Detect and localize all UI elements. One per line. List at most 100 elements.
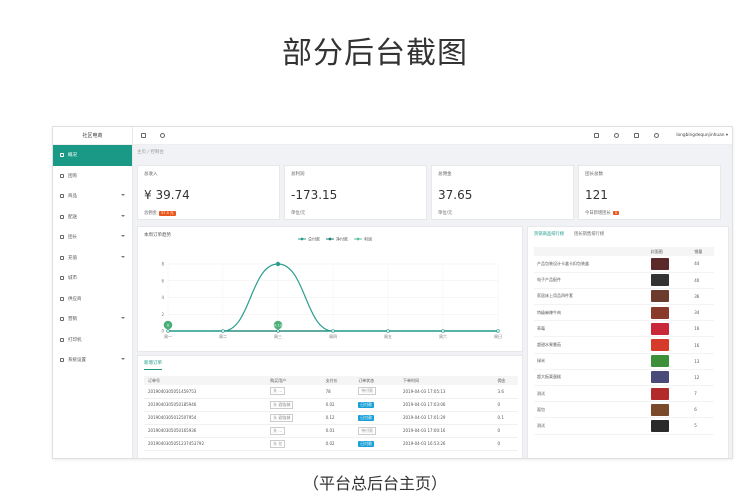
buyer-cell: 头 ...	[266, 424, 322, 438]
table-row[interactable]: 草莓 16	[534, 320, 714, 338]
cover-cell	[647, 401, 692, 419]
buyer-name: 头 亿	[270, 439, 286, 448]
product-sales: 34	[691, 304, 714, 322]
table-row[interactable]: 2019040305050165936 头 ... 0.01 待付款 2019-04-0…	[144, 424, 518, 438]
column-header: 购买用户	[266, 376, 322, 385]
buyer-cell: 头 亿	[266, 437, 322, 451]
legend-marker	[300, 237, 304, 241]
recharge-icon	[60, 255, 64, 260]
cover-cell	[647, 369, 692, 387]
status-badge: 待付款	[358, 426, 377, 435]
sidebar-item[interactable]: 团长	[53, 227, 132, 248]
sidebar-item[interactable]: 配送	[53, 207, 132, 228]
product-sales: 16	[691, 320, 714, 338]
column-header: 封面图	[647, 247, 692, 256]
table-row[interactable]: 测试 7	[534, 385, 714, 403]
stat-card-leaders: 团长总数 121 今日新增团长 0	[578, 165, 721, 220]
table-row[interactable]: 2019040305050185946 头 君临城 0.02 已付款 2019-04-0…	[144, 398, 518, 412]
status-badge: 已付款	[358, 414, 375, 421]
table-row[interactable]: 测试 5	[534, 417, 714, 435]
table-row[interactable]: 超大板栗蛋糕 12	[534, 369, 714, 387]
group-icon	[60, 173, 64, 178]
table-row[interactable]: 特级麻辣牛肉 34	[534, 304, 714, 322]
product-sales: 44	[691, 256, 714, 273]
order-price: 0.12	[321, 411, 355, 425]
sidebar-item[interactable]: 团购	[53, 166, 132, 187]
sidebar-item-label: 配送	[68, 214, 77, 220]
table-row[interactable]: 产品包装设计卡盒卡扣包装盒 44	[534, 256, 714, 273]
ranking-header-row: 封面图 销量	[534, 247, 714, 256]
column-header: 销量	[691, 247, 714, 256]
order-time: 2019-04-03 16:53:26	[398, 437, 494, 451]
data-point[interactable]	[221, 329, 225, 333]
legend-marker	[328, 237, 332, 241]
sidebar-item[interactable]: 概况	[53, 145, 132, 166]
sidebar: 社区电商 概况 团购 商品 配送 团长 充值 城市 供应商 营销 打印机 系统设置	[53, 127, 133, 458]
breadcrumb: 主页 / 控制台	[137, 150, 164, 155]
product-thumbnail	[650, 274, 669, 287]
table-row[interactable]: 2019040305012507954 头 君临城 0.12 已付款 2019-04-0…	[144, 411, 518, 425]
sidebar-item[interactable]: 供应商	[53, 289, 132, 310]
status-badge: 待付款	[358, 387, 377, 396]
notification-icon[interactable]	[614, 133, 619, 138]
sidebar-item-label: 充值	[68, 255, 77, 261]
ranking-panel: 热销商品排行榜 团长销售排行榜 封面图 销量 产品包装设计卡盒卡扣包装盒 44 电子产…	[527, 226, 729, 458]
tab-leader-sales[interactable]: 团长销售排行榜	[574, 231, 604, 237]
sidebar-item[interactable]: 城市	[53, 268, 132, 289]
x-tick-label: 周六	[439, 333, 447, 339]
ranking-table: 封面图 销量 产品包装设计卡盒卡扣包装盒 44 电子产品配件 40 家居床上用品四件套 36…	[534, 247, 714, 435]
data-point[interactable]	[276, 329, 280, 333]
table-row[interactable]: 2019040305051459753 头 ... 78 待付款 2019-04-03 …	[144, 385, 518, 399]
sidebar-item[interactable]: 系统设置	[53, 350, 132, 371]
sidebar-item[interactable]: 打印机	[53, 330, 132, 351]
tab-hot-products[interactable]: 热销商品排行榜	[534, 231, 564, 237]
data-point[interactable]	[441, 329, 445, 333]
table-row[interactable]: 绿米 13	[534, 353, 714, 370]
column-header: 订单号	[144, 376, 267, 385]
menu-icon[interactable]	[141, 133, 146, 138]
fullscreen-icon[interactable]	[634, 133, 639, 138]
x-tick-label: 周日	[494, 333, 502, 339]
stat-value: 37.65	[438, 188, 473, 202]
status-cell: 待付款	[354, 424, 399, 438]
user-menu[interactable]: longbingdequnjinhuan ▾	[676, 133, 728, 138]
status-cell: 已付款	[354, 437, 399, 451]
x-tick-label: 周五	[384, 333, 392, 339]
order-id: 2019040305050185946	[144, 398, 267, 412]
table-row[interactable]: 2019040305051237453792 头 亿 0.02 已付款 2019-04-…	[144, 437, 518, 451]
buyer-name: 头 ...	[270, 426, 286, 435]
refresh-icon[interactable]	[160, 133, 165, 138]
status-badge: 已付款	[358, 401, 375, 408]
order-id: 2019040305050165936	[144, 424, 267, 438]
table-row[interactable]: 家居床上用品四件套 36	[534, 288, 714, 306]
printer-icon	[60, 337, 64, 342]
data-point[interactable]	[386, 329, 390, 333]
info-icon[interactable]	[654, 133, 659, 138]
product-thumbnail	[650, 322, 669, 335]
tab-new-orders[interactable]: 新增订单	[144, 360, 162, 370]
theme-icon[interactable]	[594, 133, 599, 138]
data-point[interactable]	[331, 329, 335, 333]
stat-value: 121	[585, 188, 608, 202]
data-point[interactable]	[496, 329, 500, 333]
table-row[interactable]: 超甜水果番茄 16	[534, 336, 714, 354]
legend-label: 利润	[364, 236, 372, 242]
product-thumbnail	[650, 306, 669, 319]
product-thumbnail	[650, 403, 669, 416]
status-cell: 待付款	[354, 385, 399, 399]
sidebar-item[interactable]: 营销	[53, 309, 132, 330]
sidebar-item[interactable]: 商品	[53, 186, 132, 207]
order-price: 0.02	[321, 398, 355, 412]
product-name: 测试	[534, 385, 648, 403]
sidebar-item[interactable]: 充值	[53, 248, 132, 269]
table-row[interactable]: 面包 6	[534, 401, 714, 419]
data-point[interactable]	[166, 329, 170, 333]
order-id: 2019040305012507954	[144, 411, 267, 425]
stat-title: 团长总数	[585, 172, 603, 177]
table-row[interactable]: 电子产品配件 40	[534, 272, 714, 289]
sidebar-item-label: 团长	[68, 235, 77, 241]
caption: （平台总后台主页）	[302, 474, 447, 493]
cover-cell	[647, 336, 692, 354]
order-commission: 0.1	[493, 411, 518, 425]
column-header: 佣金	[493, 376, 518, 385]
